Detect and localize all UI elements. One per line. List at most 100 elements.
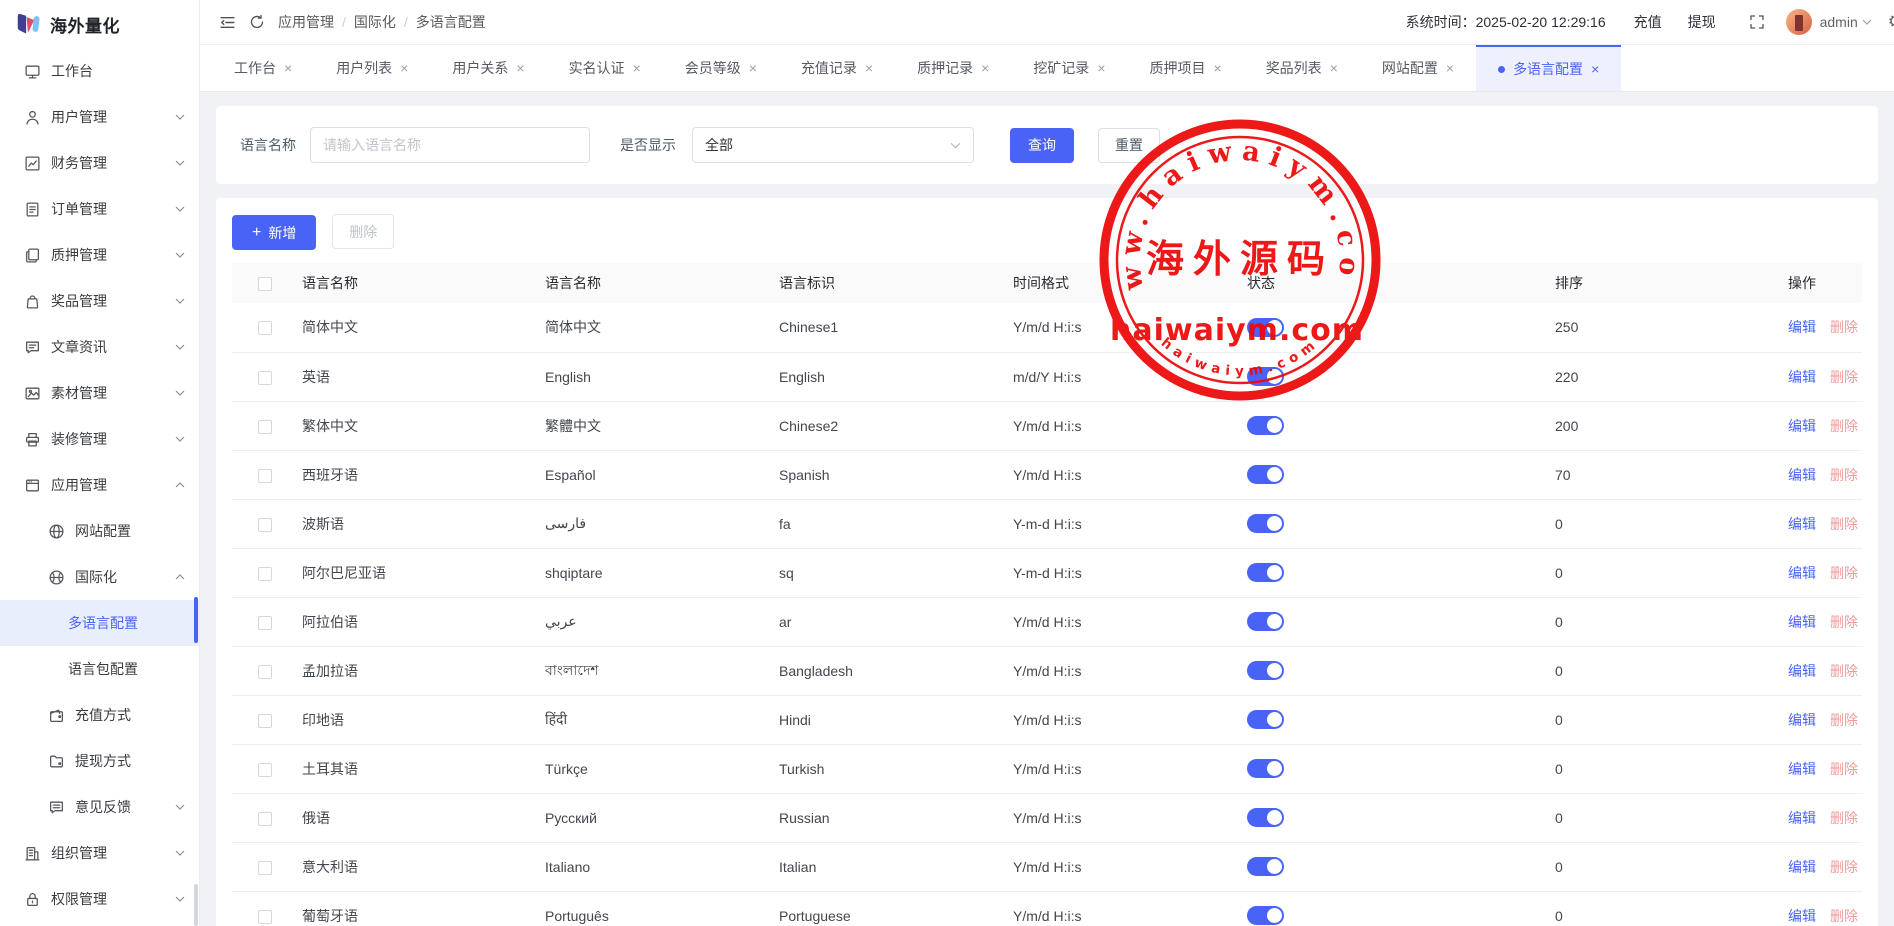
fullscreen-icon[interactable]: [1742, 7, 1772, 37]
status-toggle[interactable]: [1247, 514, 1284, 533]
search-button[interactable]: 查询: [1010, 128, 1074, 163]
delete-link[interactable]: 删除: [1830, 418, 1858, 434]
row-checkbox[interactable]: [258, 665, 272, 679]
logo[interactable]: 海外量化: [0, 0, 199, 48]
edit-link[interactable]: 编辑: [1788, 319, 1816, 335]
sidebar-item[interactable]: 网站配置: [0, 508, 199, 554]
tab-close-icon[interactable]: ×: [1214, 60, 1222, 76]
edit-link[interactable]: 编辑: [1788, 467, 1816, 483]
row-checkbox[interactable]: [258, 371, 272, 385]
status-toggle[interactable]: [1247, 318, 1284, 337]
row-checkbox[interactable]: [258, 714, 272, 728]
tab-item[interactable]: 多语言配置 ×: [1476, 45, 1621, 91]
delete-link[interactable]: 删除: [1830, 319, 1858, 335]
settings-gear-icon[interactable]: ⚙: [1888, 12, 1894, 32]
select-all-checkbox[interactable]: [258, 277, 272, 291]
status-toggle[interactable]: [1247, 416, 1284, 435]
status-toggle[interactable]: [1247, 612, 1284, 631]
sidebar-item[interactable]: 素材管理: [0, 370, 199, 416]
content-scrollbar-thumb[interactable]: [194, 884, 198, 926]
row-checkbox[interactable]: [258, 763, 272, 777]
tab-item[interactable]: 奖品列表 ×: [1244, 45, 1360, 91]
edit-link[interactable]: 编辑: [1788, 761, 1816, 777]
sidebar-item[interactable]: 充值方式: [0, 692, 199, 738]
refresh-icon[interactable]: [242, 7, 272, 37]
delete-link[interactable]: 删除: [1830, 859, 1858, 875]
tab-item[interactable]: 充值记录 ×: [779, 45, 895, 91]
row-checkbox[interactable]: [258, 321, 272, 335]
edit-link[interactable]: 编辑: [1788, 908, 1816, 924]
sidebar-item[interactable]: 奖品管理: [0, 278, 199, 324]
tab-item[interactable]: 会员等级 ×: [663, 45, 779, 91]
tab-close-icon[interactable]: ×: [1330, 60, 1338, 76]
withdraw-link[interactable]: 提现: [1688, 12, 1716, 32]
sidebar-item[interactable]: 组织管理: [0, 830, 199, 876]
status-toggle[interactable]: [1247, 563, 1284, 582]
delete-link[interactable]: 删除: [1830, 663, 1858, 679]
status-toggle[interactable]: [1247, 857, 1284, 876]
tab-close-icon[interactable]: ×: [749, 60, 757, 76]
delete-link[interactable]: 删除: [1830, 614, 1858, 630]
row-checkbox[interactable]: [258, 616, 272, 630]
tab-close-icon[interactable]: ×: [865, 60, 873, 76]
edit-link[interactable]: 编辑: [1788, 614, 1816, 630]
status-toggle[interactable]: [1247, 661, 1284, 680]
row-checkbox[interactable]: [258, 910, 272, 924]
tab-item[interactable]: 挖矿记录 ×: [1011, 45, 1127, 91]
status-toggle[interactable]: [1247, 759, 1284, 778]
breadcrumb-item[interactable]: 多语言配置: [416, 12, 486, 32]
sidebar-item[interactable]: 语言包配置: [0, 646, 199, 692]
sidebar-item[interactable]: 权限管理: [0, 876, 199, 922]
edit-link[interactable]: 编辑: [1788, 859, 1816, 875]
row-checkbox[interactable]: [258, 420, 272, 434]
edit-link[interactable]: 编辑: [1788, 663, 1816, 679]
delete-link[interactable]: 删除: [1830, 712, 1858, 728]
reset-button[interactable]: 重置: [1098, 128, 1160, 163]
status-toggle[interactable]: [1247, 367, 1284, 386]
breadcrumb-item[interactable]: 国际化: [354, 12, 396, 32]
delete-link[interactable]: 删除: [1830, 810, 1858, 826]
sidebar-item[interactable]: 国际化: [0, 554, 199, 600]
row-checkbox[interactable]: [258, 861, 272, 875]
row-checkbox[interactable]: [258, 812, 272, 826]
tab-item[interactable]: 网站配置 ×: [1360, 45, 1476, 91]
delete-link[interactable]: 删除: [1830, 908, 1858, 924]
sidebar-item[interactable]: 文章资讯: [0, 324, 199, 370]
status-toggle[interactable]: [1247, 906, 1284, 925]
row-checkbox[interactable]: [258, 469, 272, 483]
edit-link[interactable]: 编辑: [1788, 418, 1816, 434]
recharge-link[interactable]: 充值: [1634, 12, 1662, 32]
edit-link[interactable]: 编辑: [1788, 810, 1816, 826]
row-checkbox[interactable]: [258, 567, 272, 581]
edit-link[interactable]: 编辑: [1788, 712, 1816, 728]
tab-close-icon[interactable]: ×: [981, 60, 989, 76]
tab-close-icon[interactable]: ×: [400, 60, 408, 76]
breadcrumb-item[interactable]: 应用管理: [278, 12, 334, 32]
language-name-input[interactable]: [310, 127, 590, 163]
sidebar-item[interactable]: 提现方式: [0, 738, 199, 784]
sidebar-item[interactable]: 意见反馈: [0, 784, 199, 830]
edit-link[interactable]: 编辑: [1788, 516, 1816, 532]
show-select[interactable]: 全部: [692, 127, 974, 163]
sidebar-item[interactable]: 用户管理: [0, 94, 199, 140]
sidebar-item[interactable]: 应用管理: [0, 462, 199, 508]
sidebar-item[interactable]: 订单管理: [0, 186, 199, 232]
delete-link[interactable]: 删除: [1830, 369, 1858, 385]
status-toggle[interactable]: [1247, 808, 1284, 827]
delete-button[interactable]: 删除: [332, 214, 394, 249]
collapse-sidebar-icon[interactable]: [212, 7, 242, 37]
delete-link[interactable]: 删除: [1830, 565, 1858, 581]
edit-link[interactable]: 编辑: [1788, 565, 1816, 581]
tab-item[interactable]: 质押项目 ×: [1128, 45, 1244, 91]
tab-close-icon[interactable]: ×: [516, 60, 524, 76]
tab-item[interactable]: 实名认证 ×: [547, 45, 663, 91]
tab-close-icon[interactable]: ×: [1446, 60, 1454, 76]
row-checkbox[interactable]: [258, 518, 272, 532]
sidebar-item[interactable]: 多语言配置: [0, 600, 199, 646]
avatar[interactable]: [1786, 9, 1812, 35]
tab-item[interactable]: 工作台 ×: [212, 45, 314, 91]
status-toggle[interactable]: [1247, 710, 1284, 729]
status-toggle[interactable]: [1247, 465, 1284, 484]
sidebar-item[interactable]: 质押管理: [0, 232, 199, 278]
delete-link[interactable]: 删除: [1830, 516, 1858, 532]
